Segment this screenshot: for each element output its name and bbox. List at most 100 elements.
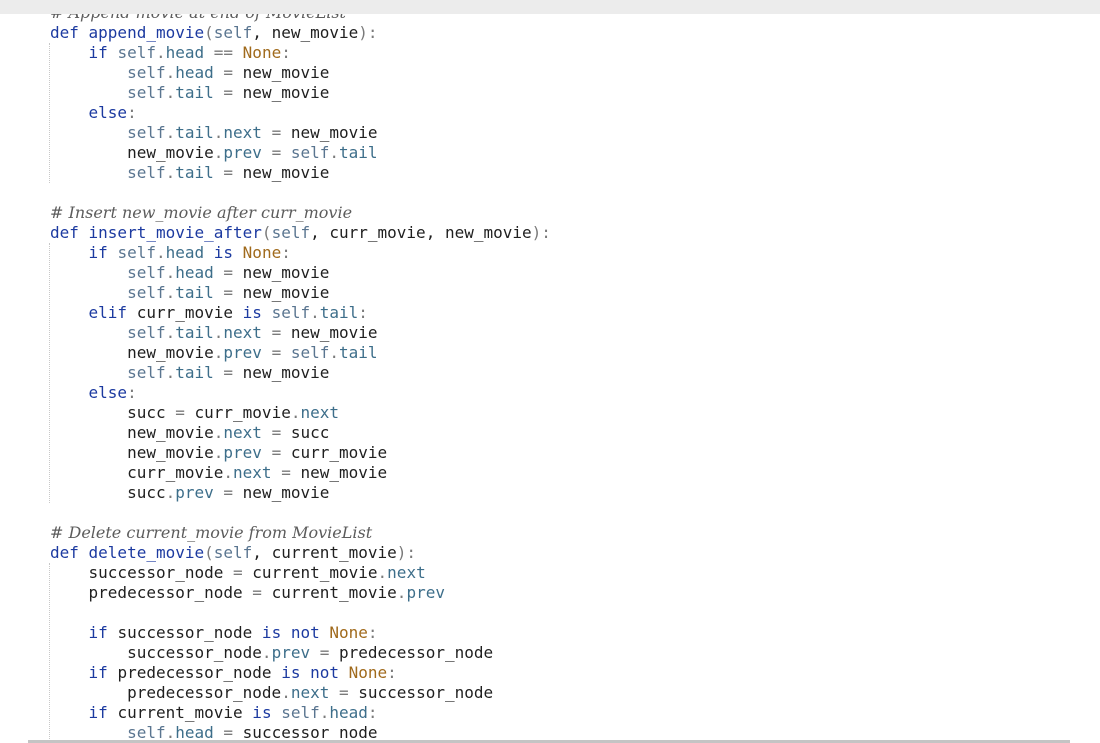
code-token: tail <box>175 123 214 142</box>
code-token: next <box>223 423 262 442</box>
code-token: . <box>165 283 176 302</box>
code-editor[interactable]: # Append movie at end of MovieListdef ap… <box>0 14 1100 743</box>
code-token: successor_node <box>127 643 262 662</box>
code-token: None <box>329 623 368 642</box>
code-line: successor_node.prev = predecessor_node <box>50 643 551 663</box>
code-token: None <box>242 243 282 262</box>
code-token: : <box>367 623 378 642</box>
code-token: self <box>290 143 330 162</box>
code-line: elif curr_movie is self.tail: <box>50 303 551 323</box>
code-token: = <box>271 463 301 482</box>
code-token: successor_node <box>358 683 494 702</box>
code-token: : <box>387 663 397 682</box>
code-token: head <box>175 263 214 282</box>
code-token: ( <box>204 543 214 562</box>
code-token: . <box>213 443 224 462</box>
code-token: new_movie <box>127 343 214 362</box>
code-token: curr_movie <box>290 443 388 462</box>
code-token: = <box>213 363 243 382</box>
code-token: self <box>290 343 330 362</box>
code-token: tail <box>319 303 359 322</box>
code-line: self.tail.next = new_movie <box>50 323 551 343</box>
code-token: predecessor_node <box>127 683 282 702</box>
code-token: . <box>396 583 407 602</box>
code-token: self <box>117 243 156 262</box>
code-token: . <box>213 323 224 342</box>
code-token: predecessor_node <box>88 583 243 602</box>
code-line: succ.prev = new_movie <box>50 483 551 503</box>
code-token: self <box>271 303 311 322</box>
code-token: current_movie <box>117 703 243 722</box>
code-token: is not <box>252 623 330 642</box>
code-token: next <box>300 403 339 422</box>
code-lines: # Append movie at end of MovieListdef ap… <box>50 14 551 743</box>
code-line: self.tail = new_movie <box>50 363 551 383</box>
code-token: = <box>213 63 243 82</box>
code-token: : <box>127 383 137 402</box>
code-token: curr_movie <box>194 403 291 422</box>
code-token: . <box>377 563 388 582</box>
code-token: . <box>261 643 272 662</box>
code-line: def delete_movie(self, current_movie): <box>50 543 551 563</box>
code-token: . <box>165 483 176 502</box>
code-line: if predecessor_node is not None: <box>50 663 551 683</box>
code-token: = <box>261 423 291 442</box>
code-token: self <box>213 23 253 42</box>
code-line: new_movie.prev = self.tail <box>50 143 551 163</box>
code-token: def <box>50 223 89 242</box>
code-token: new_movie <box>242 283 330 302</box>
code-line: self.tail = new_movie <box>50 163 551 183</box>
code-line: new_movie.prev = self.tail <box>50 343 551 363</box>
code-token: = <box>261 323 291 342</box>
code-token: head <box>165 243 205 262</box>
code-token: new_movie <box>290 123 378 142</box>
code-token: tail <box>175 163 214 182</box>
code-token: . <box>165 63 176 82</box>
code-token: is <box>242 703 282 722</box>
code-line: if successor_node is not None: <box>50 623 551 643</box>
code-token: if <box>88 703 118 722</box>
code-token: self <box>213 543 253 562</box>
code-line: def insert_movie_after(self, curr_movie,… <box>50 223 551 243</box>
code-token: new_movie <box>290 323 378 342</box>
code-token: new_movie <box>242 263 330 282</box>
code-token: else <box>88 103 128 122</box>
code-token: . <box>165 323 176 342</box>
code-token: = <box>213 283 243 302</box>
code-token: self <box>127 63 166 82</box>
code-line: self.tail = new_movie <box>50 83 551 103</box>
code-token: is <box>233 303 272 322</box>
code-token: insert_movie_after <box>88 223 262 242</box>
code-token: self <box>127 323 166 342</box>
code-token: = <box>329 683 359 702</box>
code-token: . <box>329 343 340 362</box>
code-token: . <box>223 463 234 482</box>
code-token: tail <box>175 83 214 102</box>
code-token: self <box>127 283 166 302</box>
code-token: successor_node <box>88 563 224 582</box>
code-token: : <box>358 303 368 322</box>
code-token: = <box>261 123 291 142</box>
code-line: self.tail = new_movie <box>50 283 551 303</box>
code-token: prev <box>223 343 262 362</box>
code-line: if current_movie is self.head: <box>50 703 551 723</box>
code-token: . <box>165 363 176 382</box>
